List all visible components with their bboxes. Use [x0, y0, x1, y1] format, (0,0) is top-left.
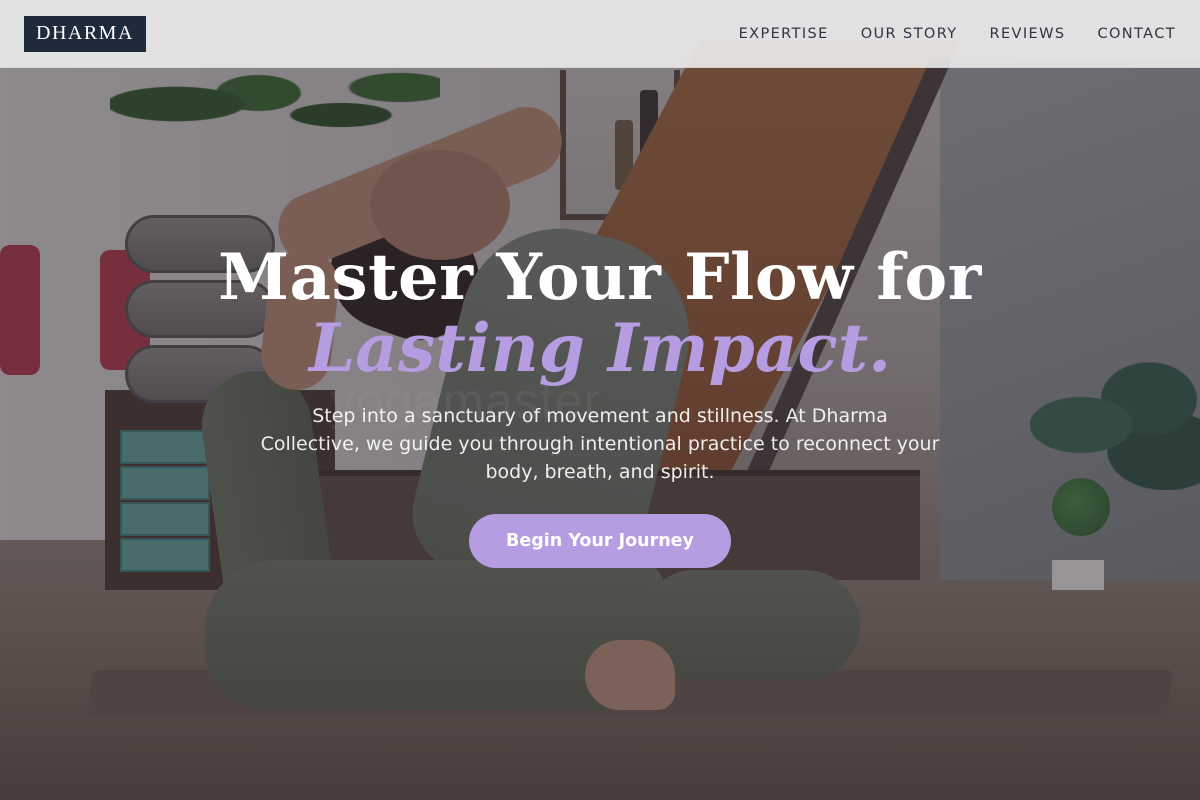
- nav-link-expertise[interactable]: EXPERTISE: [739, 26, 829, 42]
- nav-link-our-story[interactable]: OUR STORY: [861, 26, 958, 42]
- begin-journey-button[interactable]: Begin Your Journey: [469, 514, 731, 568]
- hero-title-line2: Lasting Impact.: [308, 309, 892, 387]
- nav-link-reviews[interactable]: REVIEWS: [990, 26, 1066, 42]
- brand-logo[interactable]: DHARMA: [24, 15, 146, 52]
- hero-content: Master Your Flow for Lasting Impact. Ste…: [0, 240, 1200, 568]
- nav-link-contact[interactable]: CONTACT: [1097, 26, 1176, 42]
- main-nav: EXPERTISE OUR STORY REVIEWS CONTACT: [707, 26, 1176, 42]
- hero-title-line1: Master Your Flow for: [218, 240, 982, 315]
- site-header: DHARMA EXPERTISE OUR STORY REVIEWS CONTA…: [0, 0, 1200, 68]
- hero-title: Master Your Flow for Lasting Impact.: [0, 240, 1200, 386]
- hero-subtitle: Step into a sanctuary of movement and st…: [260, 405, 940, 483]
